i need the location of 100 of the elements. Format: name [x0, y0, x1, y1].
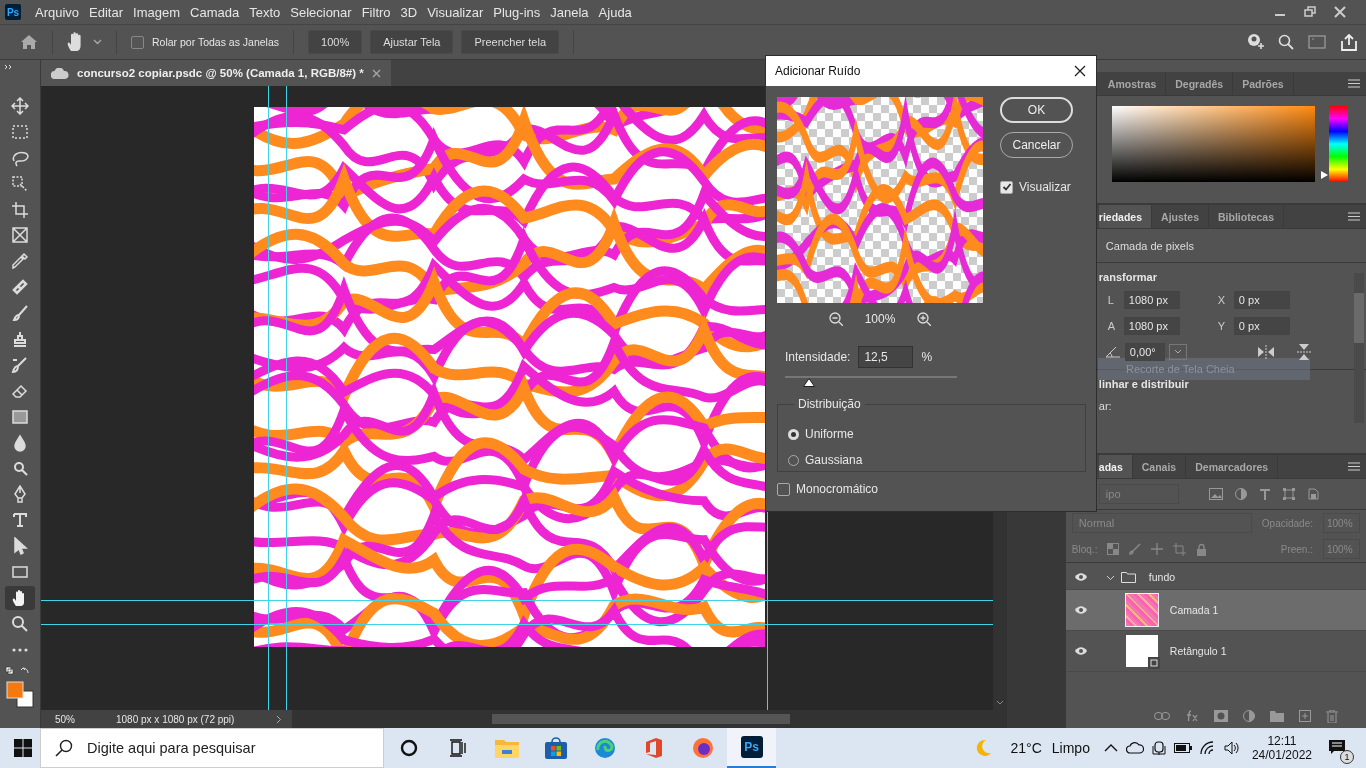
restore-icon[interactable] [1304, 6, 1316, 18]
dialog-button[interactable]: Cancelar [1000, 132, 1073, 158]
historybrush-icon [11, 355, 29, 374]
clock-date[interactable]: 24/01/2022 [1251, 748, 1312, 762]
smart-object-icon[interactable] [1306, 488, 1319, 500]
battery-icon[interactable] [1173, 743, 1192, 753]
noise-preview-drawing[interactable] [777, 97, 983, 303]
menu-item[interactable]: Arquivo [31, 4, 86, 20]
scrollbar-thumb[interactable] [1354, 293, 1364, 343]
menu-item[interactable]: Filtro [357, 4, 397, 20]
panel-tab[interactable]: Padrões [1233, 72, 1294, 95]
option-button[interactable]: 100% [308, 30, 363, 54]
menu-item[interactable]: Plug-ins [489, 4, 547, 20]
panel-tab[interactable]: adas [1098, 455, 1133, 478]
menu-item[interactable]: Visualizar [423, 4, 490, 20]
menu-item[interactable]: Janela [546, 4, 595, 20]
checkbox[interactable] [1000, 180, 1013, 194]
panel-tab[interactable]: Degradês [1166, 72, 1234, 95]
menu-icon[interactable] [1348, 212, 1360, 221]
pen-icon [11, 485, 29, 504]
panel-tab[interactable]: riedades [1098, 205, 1153, 228]
shape-icon[interactable] [1282, 488, 1295, 500]
effects-icon[interactable] [1185, 710, 1199, 722]
menu-item[interactable]: Imagem [129, 4, 186, 20]
weather-condition[interactable]: Limpo [1051, 740, 1090, 756]
panel-tab[interactable]: Canais [1132, 455, 1187, 478]
menu-item[interactable]: 3D [396, 4, 424, 20]
new-layer-icon[interactable] [1299, 710, 1311, 722]
close-icon[interactable] [1074, 65, 1086, 77]
chevron-right-icon[interactable] [276, 714, 282, 724]
wifi-icon[interactable] [1199, 741, 1216, 755]
field-label: X [1217, 294, 1227, 306]
mask-icon[interactable] [1214, 710, 1228, 722]
link-icon[interactable] [1154, 712, 1170, 720]
clock-time[interactable]: 12:11 [1267, 734, 1297, 748]
camera-icon[interactable] [1151, 740, 1166, 756]
section-heading[interactable]: ransformar [1098, 271, 1366, 283]
angle-field[interactable]: 0,00° [1124, 343, 1165, 361]
dialog-button[interactable]: OK [1000, 97, 1073, 123]
adjustment-icon[interactable] [1243, 710, 1255, 722]
add-user-icon[interactable] [1246, 33, 1264, 51]
menu-item[interactable]: Camada [186, 4, 246, 20]
windows-start-icon[interactable] [14, 739, 32, 757]
caret-icon[interactable] [93, 39, 102, 45]
folder-icon[interactable] [1270, 710, 1284, 722]
chevron-up-icon[interactable] [1103, 744, 1118, 752]
color-field[interactable] [1111, 106, 1315, 182]
section-heading[interactable]: linhar e distribuir [1098, 378, 1366, 390]
speaker-icon[interactable] [1223, 741, 1240, 755]
scrollbar-thumb[interactable] [492, 714, 790, 724]
input-field[interactable]: 0 px [1233, 291, 1290, 309]
checkbox[interactable] [131, 35, 144, 49]
tool-button[interactable] [5, 585, 35, 610]
menu-icon[interactable] [1348, 79, 1360, 88]
zoom-in-icon[interactable] [917, 312, 932, 326]
menu-icon[interactable] [1348, 462, 1360, 471]
expand-icon[interactable] [4, 64, 14, 70]
input-field[interactable]: 1080 px [1123, 291, 1180, 309]
search-field[interactable]: Digite aqui para pesquisar [40, 728, 384, 768]
panel-tab[interactable]: Ajustes [1152, 205, 1209, 228]
panel-tab[interactable]: Amostras [1098, 72, 1167, 95]
field-label: Y [1217, 320, 1227, 332]
eye-icon[interactable] [1073, 572, 1088, 582]
panel-tab[interactable]: Bibliotecas [1209, 205, 1284, 228]
quickselect-icon [11, 174, 29, 193]
layer-row[interactable]: Retângulo 1 [1065, 631, 1366, 672]
cloud-icon[interactable] [1125, 742, 1144, 754]
eye-icon[interactable] [1073, 605, 1088, 615]
scroll-down-icon[interactable] [995, 700, 1004, 706]
checkbox[interactable] [777, 482, 790, 496]
temperature[interactable]: 21°C [1010, 740, 1042, 756]
zoom-out-icon[interactable] [828, 312, 843, 326]
input-field[interactable]: 1080 px [1123, 317, 1180, 335]
option-button[interactable]: Preencher tela [461, 30, 559, 54]
adjustment-icon[interactable] [1234, 488, 1247, 500]
type-icon[interactable] [1258, 488, 1271, 500]
search-icon [55, 739, 73, 757]
home-icon[interactable] [20, 34, 38, 50]
taskbar-app[interactable]: Ps [727, 728, 776, 768]
notifications-icon[interactable] [1328, 738, 1346, 755]
document-tab[interactable]: concurso2 copiar.psdc @ 50% (Camada 1, RGB/8#) * [41, 60, 391, 86]
layer-row[interactable]: Camada 1 [1065, 590, 1366, 631]
search-icon[interactable] [1278, 34, 1294, 50]
panel-tab[interactable]: Demarcadores [1186, 455, 1279, 478]
flip-vertical-icon[interactable] [1296, 343, 1311, 361]
amount-field[interactable]: 12,5 [858, 346, 914, 368]
hue-slider[interactable] [1320, 106, 1348, 182]
input-field[interactable]: 0 px [1233, 317, 1290, 335]
menu-item[interactable]: Selecionar [286, 4, 358, 20]
app-logo[interactable]: Ps [5, 4, 21, 20]
flip-horizontal-icon[interactable] [1256, 345, 1275, 359]
field-label: A [1107, 320, 1117, 332]
menu-item[interactable]: Texto [245, 4, 287, 20]
menu-item[interactable]: Editar [85, 4, 130, 20]
color-swatches-icon[interactable] [5, 665, 35, 710]
share-icon[interactable] [1340, 33, 1358, 51]
option-button[interactable]: Ajustar Tela [370, 30, 454, 54]
eye-icon[interactable] [1073, 646, 1088, 656]
menu-item[interactable]: Ajuda [594, 4, 638, 20]
image-icon[interactable] [1208, 488, 1223, 500]
